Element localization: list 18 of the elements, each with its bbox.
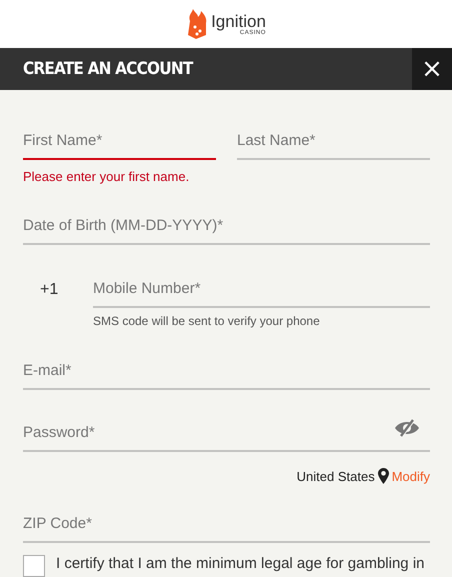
- field-hint: SMS code will be sent to verify your phone: [93, 314, 321, 328]
- checkbox[interactable]: [23, 555, 45, 577]
- country-code: +1: [39, 280, 60, 298]
- eye-slash-icon[interactable]: [394, 419, 420, 437]
- error-message: Please enter your first name.: [23, 169, 190, 185]
- input-field[interactable]: Last Name*: [237, 123, 430, 160]
- input-field[interactable]: ZIP Code*: [23, 506, 430, 543]
- country-name: United States: [296, 468, 375, 484]
- flame-dice-icon: [186, 9, 208, 39]
- input-field[interactable]: Mobile Number*: [93, 271, 430, 308]
- logo-wordmark: Ignition: [211, 12, 266, 30]
- input-field[interactable]: First Name*: [23, 123, 216, 160]
- close-button[interactable]: ×: [412, 48, 452, 90]
- certify-label: I certify that I am the minimum legal age for gambling in: [56, 555, 424, 572]
- map-pin-icon: [378, 468, 389, 484]
- input-field[interactable]: E-mail*: [23, 353, 430, 390]
- input-field[interactable]: Date of Birth (MM-DD-YYYY)*: [23, 208, 430, 245]
- dialog-title: CREATE AN ACCOUNT: [23, 59, 192, 79]
